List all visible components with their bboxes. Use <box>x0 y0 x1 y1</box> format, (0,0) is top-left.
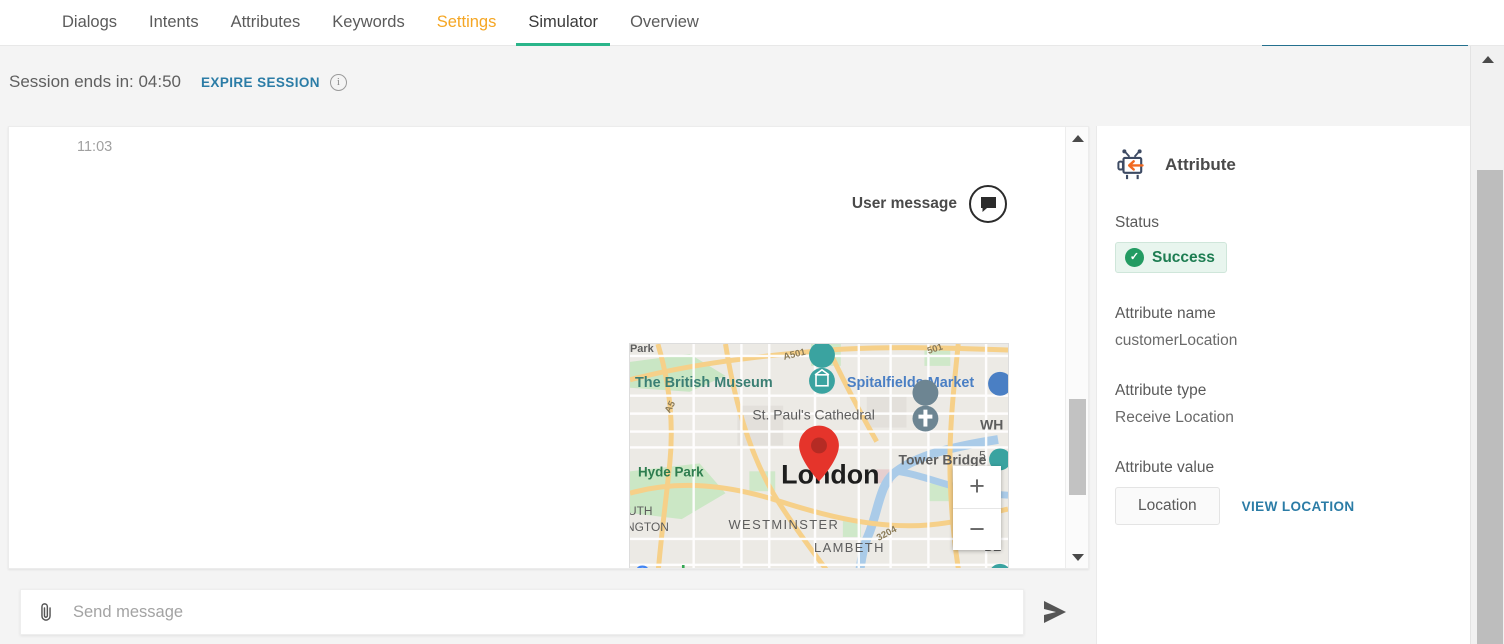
svg-text:Tower Bridge: Tower Bridge <box>899 451 987 467</box>
attribute-details-panel: Attribute Status ✓ Success Attribute nam… <box>1096 126 1470 644</box>
panel-title: Attribute <box>1165 155 1236 174</box>
map-canvas: Park A501 501 A5 3204 The British Museum… <box>630 344 1008 568</box>
nav-label: Simulator <box>528 13 599 31</box>
status-badge-label: Success <box>1152 248 1215 266</box>
chat-scrollbar[interactable] <box>1065 127 1088 568</box>
svg-text:UTH: UTH <box>630 504 653 518</box>
page-scrollbar-thumb[interactable] <box>1477 170 1503 644</box>
view-location-link[interactable]: VIEW LOCATION <box>1242 499 1355 514</box>
svg-text:Hyde Park: Hyde Park <box>638 464 704 479</box>
speech-bubble-icon <box>969 185 1007 223</box>
nav-item-settings[interactable]: Settings <box>421 0 513 46</box>
nav-label: Settings <box>436 13 497 31</box>
map-zoom-in-button[interactable]: + <box>953 466 1001 509</box>
location-value-chip[interactable]: Location <box>1115 487 1220 525</box>
status-label: Status <box>1115 214 1159 231</box>
chat-scroll-down-arrow[interactable] <box>1066 546 1088 568</box>
expire-session-button[interactable]: EXPIRE SESSION <box>201 75 320 90</box>
success-check-icon: ✓ <box>1125 248 1144 267</box>
user-message-header: User message <box>852 185 1007 223</box>
svg-text:WESTMINSTER: WESTMINSTER <box>728 517 839 532</box>
attribute-value-label: Attribute value <box>1115 459 1215 476</box>
message-timestamp-top: 11:03 <box>77 139 113 155</box>
nav-item-overview[interactable]: Overview <box>614 0 715 46</box>
page-scroll-up-arrow[interactable] <box>1471 46 1504 72</box>
location-map[interactable]: Park A501 501 A5 3204 The British Museum… <box>629 343 1009 568</box>
search-input[interactable] <box>71 590 1023 634</box>
google-logo: Google <box>635 563 695 568</box>
svg-text:NGTON: NGTON <box>630 520 669 534</box>
message-composer <box>20 589 1024 635</box>
svg-text:Park: Park <box>630 344 655 355</box>
session-timer: Session ends in: 04:50 <box>9 72 182 91</box>
svg-text:WH: WH <box>980 417 1003 433</box>
page-scrollbar[interactable] <box>1470 46 1504 644</box>
nav-item-simulator[interactable]: Simulator <box>512 0 614 46</box>
attribute-name-label: Attribute name <box>1115 305 1216 322</box>
nav-item-intents[interactable]: Intents <box>133 0 215 46</box>
svg-text:St. Paul's Cathedral: St. Paul's Cathedral <box>752 407 874 423</box>
status-badge: ✓ Success <box>1115 242 1227 273</box>
panel-header: Attribute <box>1115 148 1452 182</box>
nav-items: Dialogs Intents Attributes Keywords Sett… <box>0 0 715 46</box>
send-button[interactable] <box>1040 598 1070 626</box>
nav-item-dialogs[interactable]: Dialogs <box>46 0 133 46</box>
info-icon[interactable]: i <box>329 73 347 91</box>
nav-item-attributes[interactable]: Attributes <box>215 0 317 46</box>
top-navigation-bar: Dialogs Intents Attributes Keywords Sett… <box>0 0 1504 46</box>
map-zoom-out-button[interactable]: − <box>953 509 1001 551</box>
svg-text:LAMBETH: LAMBETH <box>814 540 885 555</box>
map-zoom-controls[interactable]: + − <box>953 466 1001 550</box>
svg-text:The British Museum: The British Museum <box>635 375 773 391</box>
attribute-value-row: Location VIEW LOCATION <box>1115 487 1452 525</box>
nav-label: Keywords <box>332 13 405 31</box>
nav-label: Dialogs <box>62 13 118 31</box>
nav-item-keywords[interactable]: Keywords <box>316 0 420 46</box>
paperclip-icon[interactable] <box>37 601 55 623</box>
chat-transcript-card: 11:03 User message Park A501 501 A5 3204… <box>8 126 1089 569</box>
nav-label: Intents <box>149 13 199 31</box>
session-bar: Session ends in: 04:50 EXPIRE SESSION i <box>0 46 1470 118</box>
bot-receive-icon <box>1117 149 1144 180</box>
chat-body: 11:03 User message Park A501 501 A5 3204… <box>9 127 1065 568</box>
nav-label: Attributes <box>230 13 301 31</box>
svg-text:5: 5 <box>979 448 986 462</box>
user-message-label: User message <box>851 195 957 212</box>
attribute-name-value: customerLocation <box>1115 332 1238 349</box>
attribute-type-label: Attribute type <box>1115 382 1207 399</box>
attribute-type-value: Receive Location <box>1115 409 1234 426</box>
chat-scrollbar-thumb[interactable] <box>1069 399 1086 495</box>
nav-label: Overview <box>630 13 699 31</box>
chat-scroll-up-arrow[interactable] <box>1066 127 1088 149</box>
svg-text:Spitalfields Market: Spitalfields Market <box>847 375 974 391</box>
